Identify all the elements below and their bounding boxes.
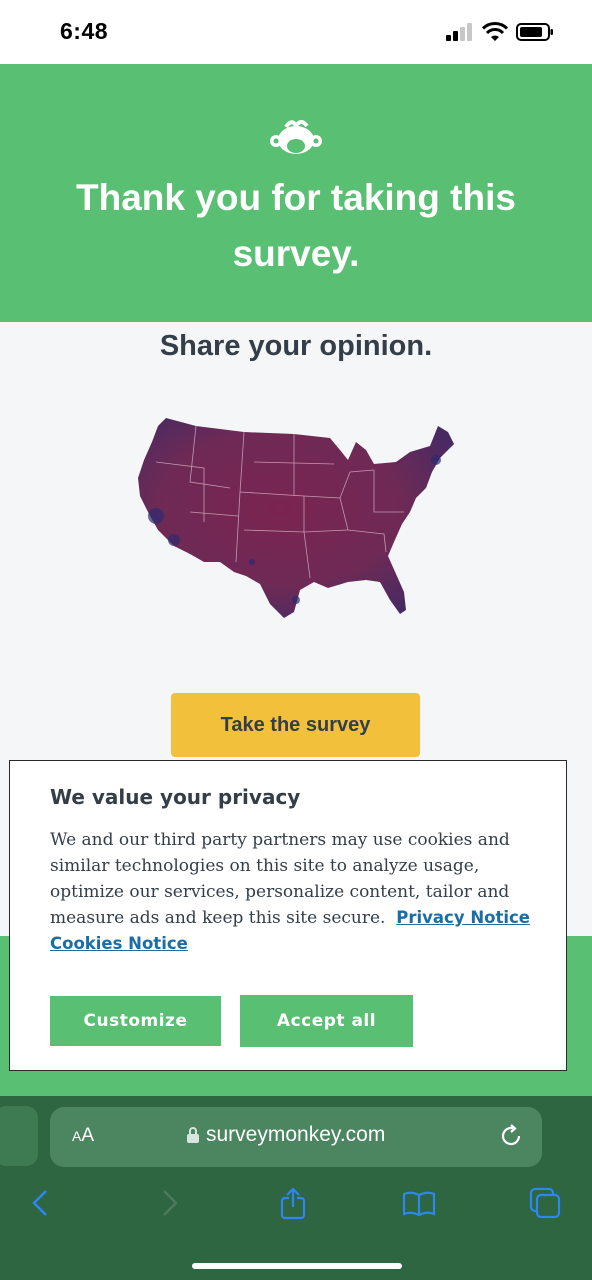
us-map-image — [138, 418, 454, 618]
home-indicator[interactable] — [192, 1263, 402, 1269]
privacy-consent-dialog: We value your privacy We and our third p… — [9, 760, 567, 1071]
share-icon[interactable] — [276, 1186, 310, 1220]
status-bar: 6:48 — [0, 0, 592, 64]
bookmarks-icon[interactable] — [402, 1186, 436, 1220]
cookies-notice-link[interactable]: Cookies Notice — [50, 934, 188, 953]
tabs-icon[interactable] — [528, 1186, 562, 1220]
accept-all-button[interactable]: Accept all — [240, 995, 413, 1047]
signal-icon — [446, 23, 472, 41]
wifi-icon — [482, 22, 508, 41]
status-time: 6:48 — [60, 18, 109, 44]
forward-arrow-icon[interactable] — [152, 1186, 186, 1220]
subtitle: Share your opinion. — [159, 330, 433, 362]
previous-tab-preview[interactable] — [0, 1106, 38, 1166]
privacy-notice-link[interactable]: Privacy Notice — [396, 908, 530, 927]
surveymonkey-logo-icon — [270, 120, 322, 154]
privacy-body: We and our third party partners may use … — [50, 827, 540, 957]
reload-icon[interactable] — [498, 1123, 524, 1149]
privacy-title: We value your privacy — [50, 785, 301, 809]
url-text: surveymonkey.com — [206, 1123, 386, 1146]
battery-icon — [516, 23, 553, 41]
customize-button[interactable]: Customize — [50, 996, 221, 1046]
lock-icon — [187, 1127, 199, 1143]
text-size-small-a: A — [72, 1128, 82, 1144]
text-size-large-a: A — [81, 1125, 95, 1146]
status-icons — [446, 22, 554, 42]
address-bar[interactable]: AA surveymonkey.com — [50, 1107, 542, 1167]
text-size-button[interactable]: AA — [72, 1125, 94, 1147]
page-title: Thank you for taking this survey. — [76, 177, 516, 274]
back-arrow-icon[interactable] — [24, 1186, 58, 1220]
url-display[interactable]: surveymonkey.com — [186, 1123, 385, 1147]
take-survey-button[interactable]: Take the survey — [171, 693, 420, 757]
